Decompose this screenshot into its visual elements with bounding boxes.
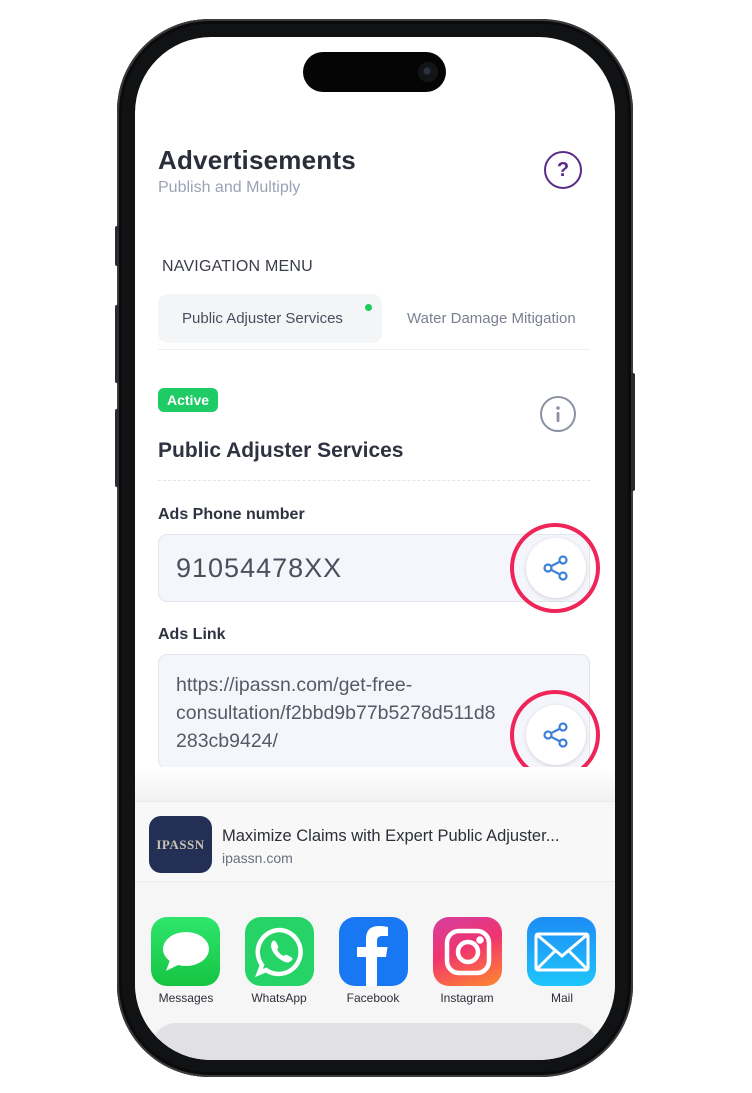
- phone-screen: Advertisements Publish and Multiply ? NA…: [135, 37, 615, 1060]
- share-app-whatsapp[interactable]: [245, 917, 314, 986]
- dynamic-island: [303, 52, 446, 92]
- ads-phone-value: 91054478XX: [176, 552, 343, 583]
- volume-down-button: [115, 409, 119, 487]
- highlight-ring: [510, 523, 600, 613]
- dashed-divider: [158, 480, 590, 481]
- sheet-shadow: [135, 767, 615, 801]
- camera-icon: [418, 62, 438, 82]
- link-field-label: Ads Link: [158, 626, 226, 643]
- divider: [158, 349, 590, 350]
- share-app-instagram[interactable]: [433, 917, 502, 986]
- logo-text: IPASSN: [156, 836, 205, 852]
- app-label: Mail: [550, 991, 573, 1005]
- ipassn-logo: IPASSN: [149, 816, 212, 873]
- mail-icon: [534, 932, 589, 971]
- action-button: [115, 226, 119, 266]
- app-label: WhatsApp: [251, 991, 307, 1005]
- help-button[interactable]: ?: [544, 151, 582, 189]
- messages-icon: [162, 931, 209, 971]
- nav-tab-label: Public Adjuster Services: [182, 310, 343, 327]
- status-badge: Active: [158, 388, 219, 412]
- whatsapp-icon: [254, 927, 303, 977]
- share-app-mail[interactable]: [527, 917, 596, 986]
- page-subtitle: Publish and Multiply: [158, 179, 301, 196]
- facebook-icon: [357, 926, 388, 986]
- app-label: Messages: [158, 991, 214, 1005]
- info-circle-icon: [556, 406, 560, 422]
- share-preview: IPASSN Maximize Claims with Expert Publi…: [135, 801, 615, 882]
- app-label: Facebook: [346, 991, 400, 1005]
- phone-field-label: Ads Phone number: [158, 506, 305, 523]
- navigation-menu-title: NAVIGATION MENU: [162, 258, 313, 275]
- preview-domain: ipassn.com: [222, 850, 293, 866]
- preview-title: Maximize Claims with Expert Public Adjus…: [222, 827, 560, 845]
- share-actions-panel: [152, 1023, 598, 1060]
- instagram-icon: [444, 928, 491, 975]
- nav-tab-public-adjuster-services[interactable]: Public Adjuster Services: [158, 294, 382, 343]
- power-button: [631, 373, 635, 491]
- question-circle-icon: ?: [556, 158, 570, 181]
- page-title: Advertisements: [158, 145, 356, 175]
- nav-tab-water-damage-mitigation[interactable]: Water Damage Mitigation: [407, 294, 576, 343]
- info-button[interactable]: [540, 396, 576, 432]
- ads-link-line: https://ipassn.com/get-free-: [176, 674, 413, 696]
- service-title: Public Adjuster Services: [158, 439, 404, 462]
- navigation-tabs: Public Adjuster Services Water Damage Mi…: [158, 294, 590, 344]
- nav-tab-label: Water Damage Mitigation: [407, 310, 576, 327]
- app-label: Instagram: [440, 991, 494, 1005]
- share-app-messages[interactable]: [151, 917, 220, 986]
- share-app-facebook[interactable]: [339, 917, 408, 986]
- volume-up-button: [115, 305, 119, 383]
- status-dot: [365, 304, 372, 311]
